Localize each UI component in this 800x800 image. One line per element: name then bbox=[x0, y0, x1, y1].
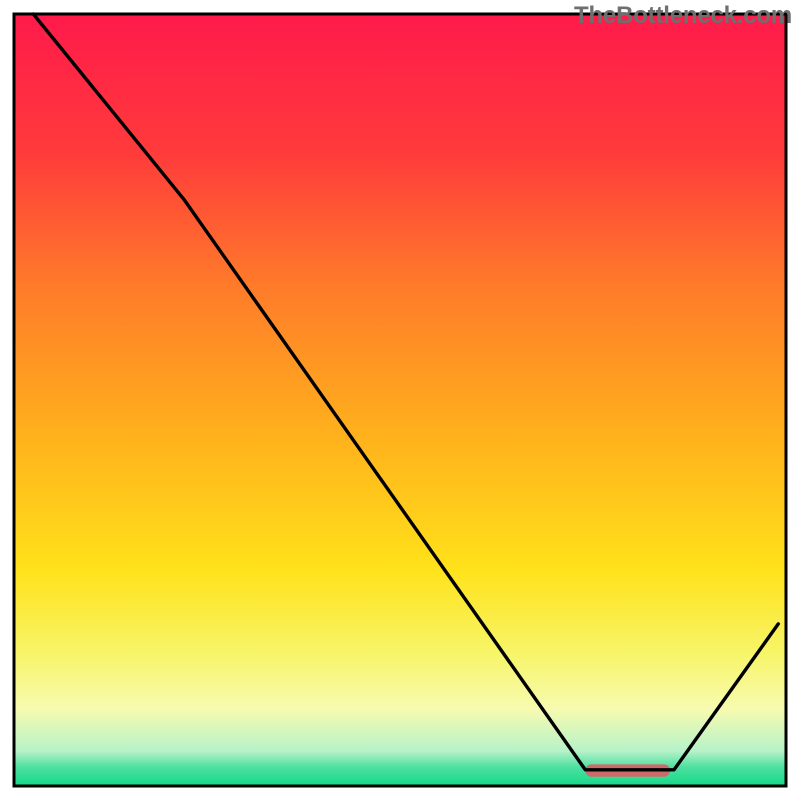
chart-plot bbox=[0, 0, 800, 800]
chart-background bbox=[14, 14, 786, 786]
chart-container: TheBottleneck.com bbox=[0, 0, 800, 800]
chart-svg bbox=[0, 0, 800, 800]
